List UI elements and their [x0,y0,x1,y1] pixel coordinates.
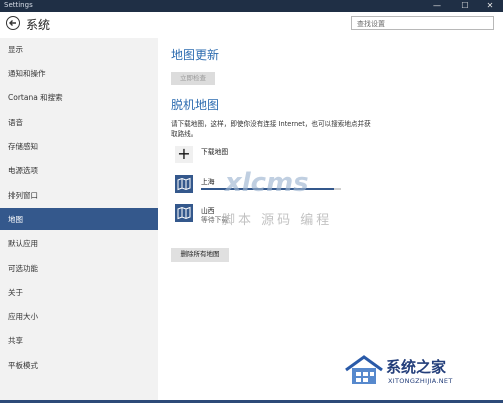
sidebar-item-label: 地图 [8,215,23,224]
check-now-button[interactable]: 立即检查 [171,72,215,85]
watermark-brand: xlcms [225,168,309,198]
site-logo-house-icon [344,354,384,388]
sidebar-item-speech[interactable]: 语音 [0,111,158,133]
map-icon [175,204,193,222]
map-name-shanghai: 上海 [201,178,215,186]
map-update-heading: 地图更新 [171,48,220,62]
close-button[interactable]: ✕ [480,0,500,12]
description-line-1: 请下载地图，这样，即使你没有连接 Internet，也可以搜索地点并获 [171,120,371,128]
sidebar-item-tablet-mode[interactable]: 平板模式 [0,354,158,376]
sidebar-item-multitasking[interactable]: 排列窗口 [0,184,158,206]
sidebar-item-label: 存储感知 [8,142,38,151]
download-maps-label[interactable]: 下载地图 [201,146,228,156]
sidebar-item-storage[interactable]: 存储感知 [0,135,158,157]
window-title: Settings [4,1,33,9]
sidebar-item-label: 排列窗口 [8,191,38,200]
sidebar-item-power[interactable]: 电源选项 [0,159,158,181]
sidebar-item-cortana[interactable]: Cortana 和搜索 [0,86,158,108]
minimize-button[interactable]: — [427,0,447,12]
sidebar-item-label: 共享 [8,336,23,345]
window-titlebar: Settings — ☐ ✕ [0,0,503,12]
maximize-button[interactable]: ☐ [455,0,475,12]
sidebar-item-default-apps[interactable]: 默认应用 [0,232,158,254]
sidebar: 显示 通知和操作 Cortana 和搜索 语音 存储感知 电源选项 排列窗口 地… [0,38,158,403]
sidebar-item-app-size[interactable]: 应用大小 [0,305,158,327]
sidebar-item-label: 通知和操作 [8,69,46,78]
description-line-2: 取路线。 [171,130,198,138]
sidebar-item-label: 默认应用 [8,239,38,248]
search-input[interactable]: 查找设置 [351,16,494,30]
back-arrow-icon [9,20,16,26]
sidebar-item-label: 平板模式 [8,361,38,370]
sidebar-item-label: 应用大小 [8,312,38,321]
add-map-plus-icon[interactable]: + [175,146,193,163]
offline-maps-heading: 脱机地图 [171,98,220,112]
sidebar-item-about[interactable]: 关于 [0,281,158,303]
delete-all-maps-button[interactable]: 删除所有地图 [171,248,229,262]
sidebar-item-display[interactable]: 显示 [0,38,158,60]
offline-maps-description: 请下载地图，这样，即使你没有连接 Internet，也可以搜索地点并获 取路线。 [171,119,401,139]
watermark-slogan: 脚本 源码 编程 [222,213,333,228]
sidebar-item-label: 电源选项 [8,166,38,175]
sidebar-item-label: Cortana 和搜索 [8,93,63,102]
site-name: 系统之家 [386,358,447,376]
sidebar-item-label: 关于 [8,288,23,297]
back-button[interactable] [6,16,20,30]
sidebar-item-label: 显示 [8,45,23,54]
sidebar-item-label: 可选功能 [8,264,38,273]
sidebar-item-share[interactable]: 共享 [0,329,158,351]
page-title: 系统 [26,18,51,32]
search-placeholder: 查找设置 [357,20,385,28]
site-url: XITONGZHIJIA.NET [388,377,453,385]
map-icon [175,175,193,193]
sidebar-item-optional-features[interactable]: 可选功能 [0,257,158,279]
sidebar-item-label: 语音 [8,118,23,127]
sidebar-item-maps[interactable]: 地图 [0,208,158,230]
sidebar-item-notifications[interactable]: 通知和操作 [0,62,158,84]
